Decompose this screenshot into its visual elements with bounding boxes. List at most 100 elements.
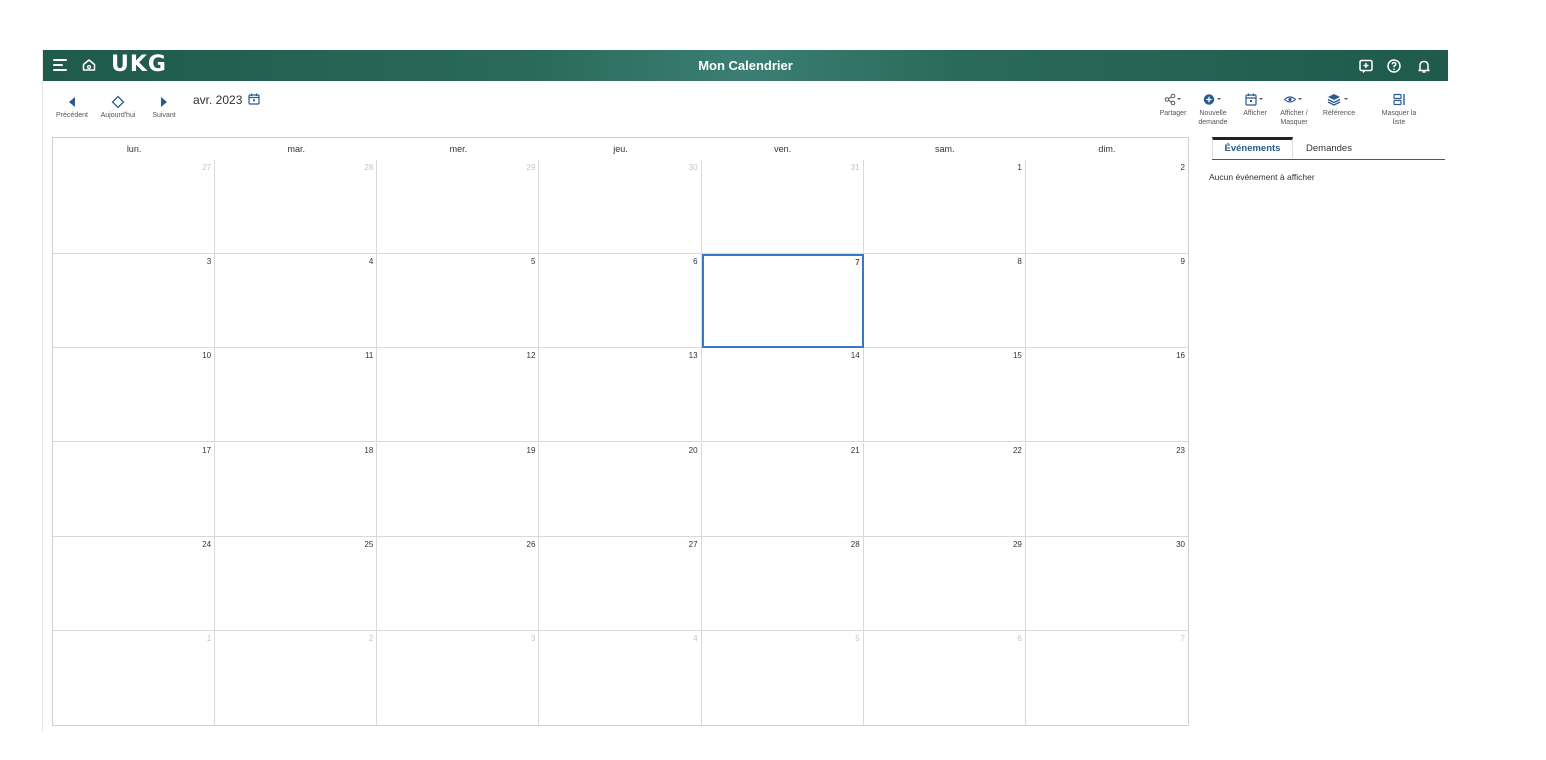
- calendar-day-cell[interactable]: 3: [53, 254, 216, 349]
- calendar-day-cell[interactable]: 6: [863, 630, 1026, 725]
- calendar-day-cell[interactable]: 5: [377, 254, 540, 349]
- day-number: 9: [1180, 257, 1185, 267]
- arrow-right-icon: [161, 97, 167, 107]
- day-number: 31: [850, 163, 860, 172]
- side-panel-tabs: Événements Demandes: [1212, 137, 1445, 160]
- add-circle-icon: [1203, 94, 1221, 105]
- previous-button[interactable]: Précédent: [53, 95, 91, 119]
- ukg-logo[interactable]: UKG: [111, 52, 167, 78]
- day-number: 3: [530, 633, 536, 643]
- day-number: 21: [850, 445, 860, 455]
- today-button[interactable]: Aujourd'hui: [97, 95, 139, 119]
- day-number: 17: [202, 445, 212, 455]
- reference-button[interactable]: Référence: [1318, 93, 1360, 118]
- show-hide-button[interactable]: Afficher / Masquer: [1276, 93, 1312, 127]
- show-hide-label: Afficher / Masquer: [1280, 110, 1308, 126]
- calendar-day-cell[interactable]: 2: [1025, 160, 1188, 255]
- day-number: 29: [1012, 539, 1022, 549]
- day-number: 16: [1176, 351, 1185, 361]
- tab-requests[interactable]: Demandes: [1294, 137, 1364, 158]
- calendar-day-cell[interactable]: 1: [863, 160, 1026, 255]
- hide-list-button[interactable]: Masquer la liste: [1375, 93, 1423, 127]
- weekday-header: dim.: [1098, 144, 1116, 154]
- app-window: UKG Mon Calendrier Précédent Aujourd'hui…: [42, 50, 1448, 732]
- day-number: 27: [688, 539, 698, 549]
- day-number: 25: [364, 539, 374, 549]
- calendar-day-cell[interactable]: 13: [539, 348, 702, 443]
- calendar-day-cell[interactable]: 28: [215, 160, 378, 255]
- calendar-day-cell[interactable]: 30: [539, 160, 702, 255]
- calendar-day-cell[interactable]: 1: [53, 630, 216, 725]
- weekday-header-row: lun. mar. mer. jeu. ven. sam. dim.: [53, 138, 1188, 161]
- calendar-day-cell[interactable]: 18: [215, 442, 378, 537]
- calendar-day-cell-today[interactable]: 7: [701, 254, 864, 349]
- day-number: 6: [1017, 633, 1022, 643]
- calendar-day-cell[interactable]: 28: [701, 536, 864, 631]
- empty-events-message: Aucun événement à afficher: [1209, 172, 1315, 182]
- date-picker-icon[interactable]: [248, 93, 260, 105]
- weekday-header: mer.: [449, 144, 468, 154]
- help-icon[interactable]: [1386, 58, 1402, 74]
- tab-events[interactable]: Événements: [1212, 137, 1293, 158]
- calendar-day-cell[interactable]: 26: [377, 536, 540, 631]
- day-number: 28: [364, 163, 374, 172]
- day-number: 27: [202, 163, 212, 172]
- calendar-day-cell[interactable]: 15: [863, 348, 1026, 443]
- calendar-day-cell[interactable]: 22: [863, 442, 1026, 537]
- calendar-day-cell[interactable]: 20: [539, 442, 702, 537]
- calendar-day-cell[interactable]: 16: [1025, 348, 1188, 443]
- calendar-day-cell[interactable]: 31: [701, 160, 864, 255]
- day-number: 7: [1180, 633, 1185, 643]
- calendar-day-cell[interactable]: 9: [1025, 254, 1188, 349]
- new-request-button[interactable]: Nouvelle demande: [1193, 93, 1233, 127]
- calendar-day-cell[interactable]: 6: [539, 254, 702, 349]
- home-icon[interactable]: [81, 57, 97, 73]
- hide-list-label: Masquer la liste: [1381, 110, 1417, 126]
- day-number: 26: [526, 539, 536, 549]
- weekday-header: lun.: [126, 144, 142, 154]
- calendar-day-cell[interactable]: 29: [863, 536, 1026, 631]
- calendar-day-cell[interactable]: 27: [539, 536, 702, 631]
- calendar-grid: 27 28 29 30 31 1 2 3 4 5 6 7 8 9 10 11 12 13 14 15 16 17 18 19 2…: [53, 160, 1188, 725]
- day-number: 29: [526, 163, 536, 172]
- calendar-day-cell[interactable]: 19: [377, 442, 540, 537]
- day-number: 24: [202, 539, 212, 549]
- calendar-day-cell[interactable]: 8: [863, 254, 1026, 349]
- calendar-day-cell[interactable]: 5: [701, 630, 864, 725]
- next-button[interactable]: Suivant: [149, 95, 179, 119]
- calendar-day-cell[interactable]: 14: [701, 348, 864, 443]
- display-button[interactable]: Afficher: [1238, 93, 1272, 118]
- calendar-day-cell[interactable]: 3: [377, 630, 540, 725]
- calendar-day-cell[interactable]: 25: [215, 536, 378, 631]
- calendar-day-cell[interactable]: 17: [53, 442, 216, 537]
- calendar-day-cell[interactable]: 21: [701, 442, 864, 537]
- weekday-header: ven.: [774, 144, 792, 154]
- hamburger-menu-icon[interactable]: [53, 59, 67, 71]
- calendar-day-cell[interactable]: 2: [215, 630, 378, 725]
- layers-icon: [1327, 94, 1348, 106]
- calendar-day-cell[interactable]: 7: [1025, 630, 1188, 725]
- calendar-day-cell[interactable]: 23: [1025, 442, 1188, 537]
- calendar-day-cell[interactable]: 11: [215, 348, 378, 443]
- calendar-day-cell[interactable]: 24: [53, 536, 216, 631]
- bell-icon[interactable]: [1416, 58, 1432, 74]
- eye-icon: [1283, 96, 1302, 103]
- day-number: 4: [368, 257, 374, 267]
- share-icon: [1164, 93, 1181, 106]
- current-month-label: avr. 2023: [193, 93, 243, 107]
- day-number: 13: [688, 351, 698, 361]
- calendar-day-cell[interactable]: 27: [53, 160, 216, 255]
- weekday-header: jeu.: [613, 144, 628, 154]
- display-label: Afficher: [1243, 110, 1267, 117]
- calendar-day-cell[interactable]: 29: [377, 160, 540, 255]
- share-button[interactable]: Partager: [1155, 93, 1191, 118]
- new-request-label: Nouvelle demande: [1198, 110, 1228, 126]
- calendar-day-cell[interactable]: 10: [53, 348, 216, 443]
- calendar-day-cell[interactable]: 4: [215, 254, 378, 349]
- chat-icon[interactable]: [1358, 58, 1374, 74]
- calendar-day-cell[interactable]: 30: [1025, 536, 1188, 631]
- calendar-icon: [1245, 93, 1263, 106]
- calendar-day-cell[interactable]: 4: [539, 630, 702, 725]
- list-panel-icon: [1393, 93, 1405, 106]
- calendar-day-cell[interactable]: 12: [377, 348, 540, 443]
